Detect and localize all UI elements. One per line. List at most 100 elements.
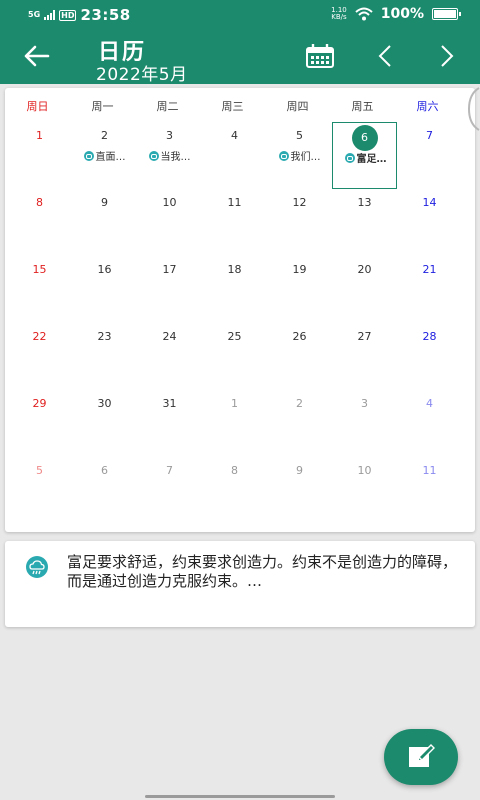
write-note-button[interactable]: [384, 729, 458, 785]
home-indicator[interactable]: [145, 795, 335, 798]
calendar-day[interactable]: 9: [267, 457, 332, 524]
day-number: 21: [422, 263, 437, 276]
calendar-day[interactable]: 16: [72, 256, 137, 323]
calendar-day[interactable]: 20: [332, 256, 397, 323]
status-bar: 5G HD 23:58 1.10 KB/s 100%: [0, 0, 480, 28]
weekday-sat: 周六: [416, 100, 439, 113]
wifi-icon: [355, 7, 373, 21]
calendar-day[interactable]: 15: [7, 256, 72, 323]
calendar-day[interactable]: 2 直面…: [72, 122, 137, 189]
network-speed: 1.10 KB/s: [331, 7, 347, 21]
calendar-day[interactable]: 11: [397, 457, 462, 524]
calendar-day[interactable]: 27: [332, 323, 397, 390]
calendar-day[interactable]: 17: [137, 256, 202, 323]
calendar-day-today[interactable]: 6 富足…: [332, 122, 397, 189]
current-month: 2022年5月: [96, 65, 188, 85]
arrow-left-icon[interactable]: [22, 42, 52, 70]
day-number: 8: [36, 196, 43, 209]
day-number: 3: [361, 397, 368, 410]
calendar-day[interactable]: 1: [202, 390, 267, 457]
weekday-mon: 周一: [91, 100, 114, 113]
note-icon: [344, 152, 355, 163]
day-number: 19: [292, 263, 307, 276]
calendar-day[interactable]: 13: [332, 189, 397, 256]
speed-unit: KB/s: [331, 13, 347, 21]
calendar-card: 周日 周一 周二 周三 周四 周五 周六 1 2 直面… 3 当我… 4 5 我们… 6 富足… 7…: [5, 88, 475, 532]
calendar-day[interactable]: 28: [397, 323, 462, 390]
calendar-day[interactable]: 31: [137, 390, 202, 457]
hd-badge: HD: [59, 9, 77, 21]
calendar-day[interactable]: 3 当我…: [137, 122, 202, 189]
day-number: 2: [101, 129, 108, 142]
calendar-day[interactable]: 30: [72, 390, 137, 457]
day-event: 直面…: [72, 148, 137, 163]
calendar-day[interactable]: 10: [137, 189, 202, 256]
weekday-fri: 周五: [351, 100, 374, 113]
note-icon: [83, 150, 94, 161]
day-number: 13: [357, 196, 372, 209]
calendar-day[interactable]: 3: [332, 390, 397, 457]
day-number: 17: [162, 263, 177, 276]
day-number: 7: [166, 464, 173, 477]
calendar-day[interactable]: 18: [202, 256, 267, 323]
calendar-day[interactable]: 25: [202, 323, 267, 390]
day-number: 27: [357, 330, 372, 343]
calendar-day[interactable]: 5: [7, 457, 72, 524]
event-text: 直面…: [95, 152, 126, 163]
calendar-day[interactable]: 8: [7, 189, 72, 256]
calendar-day[interactable]: 22: [7, 323, 72, 390]
day-event: 富足…: [333, 150, 398, 165]
day-event: 我们…: [267, 148, 332, 163]
day-event: 当我…: [137, 148, 202, 163]
event-text: 当我…: [160, 152, 191, 163]
calendar-day[interactable]: 21: [397, 256, 462, 323]
quote-text: 富足要求舒适，约束要求创造力。约束不是创造力的障碍，而是通过创造力克服约束。…: [67, 553, 458, 590]
calendar-day[interactable]: 23: [72, 323, 137, 390]
day-number: 6: [101, 464, 108, 477]
weekday-header: 周日 周一 周二 周三 周四 周五 周六: [5, 98, 475, 114]
calendar-day[interactable]: 5 我们…: [267, 122, 332, 189]
calendar-day[interactable]: 7: [397, 122, 462, 189]
day-number: 18: [227, 263, 242, 276]
calendar-day[interactable]: 4: [202, 122, 267, 189]
day-number: 30: [97, 397, 112, 410]
calendar-icon[interactable]: [304, 42, 336, 70]
calendar-day[interactable]: 10: [332, 457, 397, 524]
network-type: 5G: [28, 10, 41, 19]
calendar-day[interactable]: 29: [7, 390, 72, 457]
day-number: 1: [231, 397, 238, 410]
day-number: 25: [227, 330, 242, 343]
calendar-day[interactable]: 4: [397, 390, 462, 457]
calendar-day[interactable]: 24: [137, 323, 202, 390]
calendar-day[interactable]: 19: [267, 256, 332, 323]
day-number: 15: [32, 263, 47, 276]
chevron-left-icon[interactable]: [374, 42, 396, 70]
calendar-day[interactable]: 26: [267, 323, 332, 390]
day-number: 4: [426, 397, 433, 410]
calendar-day[interactable]: 8: [202, 457, 267, 524]
chevron-right-icon[interactable]: [436, 42, 458, 70]
calendar-day[interactable]: 11: [202, 189, 267, 256]
day-number: 10: [357, 464, 372, 477]
calendar-day[interactable]: 1: [7, 122, 72, 189]
day-number: 11: [422, 464, 437, 477]
battery-icon: [432, 8, 461, 20]
edge-handle[interactable]: [466, 86, 480, 132]
day-number: 7: [426, 129, 433, 142]
day-number: 2: [296, 397, 303, 410]
calendar-day[interactable]: 6: [72, 457, 137, 524]
calendar-day[interactable]: 12: [267, 189, 332, 256]
calendar-day[interactable]: 2: [267, 390, 332, 457]
day-number: 3: [166, 129, 173, 142]
weekday-wed: 周三: [221, 100, 244, 113]
day-number: 26: [292, 330, 307, 343]
calendar-day[interactable]: 9: [72, 189, 137, 256]
day-number: 29: [32, 397, 47, 410]
calendar-day[interactable]: 14: [397, 189, 462, 256]
day-number: 11: [227, 196, 242, 209]
note-icon: [148, 150, 159, 161]
calendar-day[interactable]: 7: [137, 457, 202, 524]
weekday-sun: 周日: [26, 100, 49, 113]
day-number: 16: [97, 263, 112, 276]
daily-quote-card[interactable]: 富足要求舒适，约束要求创造力。约束不是创造力的障碍，而是通过创造力克服约束。…: [5, 541, 475, 627]
